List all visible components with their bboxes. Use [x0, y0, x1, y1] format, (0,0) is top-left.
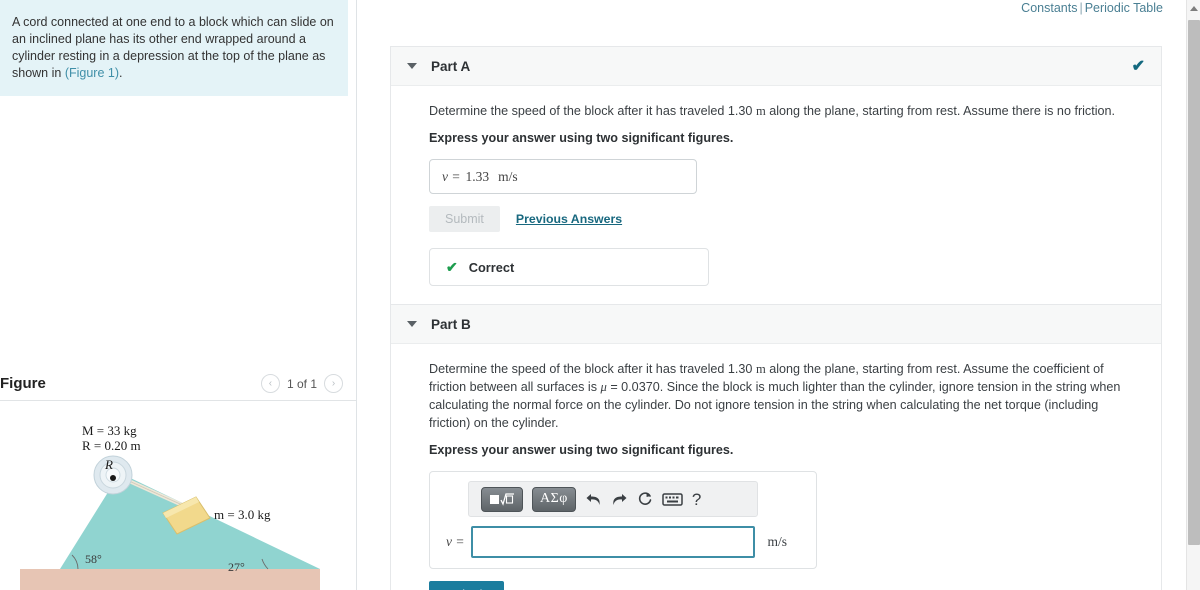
keyboard-glyph [662, 493, 683, 506]
undo-glyph [586, 493, 600, 505]
constants-link[interactable]: Constants [1021, 1, 1077, 15]
problem-text-before-link: A cord connected at one end to a block w… [12, 15, 334, 80]
part-a-card: Part A ✔ Determine the speed of the bloc… [390, 46, 1162, 305]
part-b-question: Determine the speed of the block after i… [429, 360, 1141, 432]
help-icon[interactable]: ? [692, 491, 701, 508]
page-root: A cord connected at one end to a block w… [0, 0, 1200, 590]
part-a-action-row: Submit Previous Answers [429, 206, 1141, 232]
part-a-feedback-box: ✔ Correct [429, 248, 709, 286]
part-b-action-row: Submit Previous Answers Request Answer [429, 581, 1141, 590]
figure-drawing: M = 33 kg R = 0.20 m R m = 3.0 kg 58° 27… [0, 403, 356, 590]
label-mass-M: M = 33 kg [82, 423, 137, 438]
part-a-question-unit: m [755, 104, 766, 118]
label-angle-right: 27° [228, 560, 245, 574]
undo-icon[interactable] [585, 492, 602, 507]
part-a-label: Part A [431, 58, 471, 74]
math-toolbar: ΑΣφ ? [468, 481, 758, 517]
template-glyph [490, 492, 514, 506]
scroll-up-arrow-icon[interactable] [1189, 2, 1199, 14]
part-b-collapse-caret-down-icon[interactable] [407, 321, 417, 327]
part-b-answer-variable: v = [446, 534, 465, 549]
figure-panel-title: Figure [0, 375, 46, 392]
greek-symbols-button[interactable]: ΑΣφ [532, 486, 576, 512]
label-radius-marker: R [104, 457, 113, 472]
math-template-icon[interactable] [481, 486, 523, 512]
part-a-previous-answers-link[interactable]: Previous Answers [516, 212, 622, 226]
part-a-answer-field[interactable]: v = 1.33 m/s [429, 159, 697, 194]
part-b-question-unit: m [755, 362, 766, 376]
part-b-submit-button[interactable]: Submit [429, 581, 504, 590]
reset-icon[interactable] [637, 491, 653, 507]
cylinder-center-dot [110, 475, 116, 481]
part-b-body: Determine the speed of the block after i… [391, 344, 1161, 590]
part-a-complete-check-icon: ✔ [1131, 58, 1145, 75]
part-a-question-post: along the plane, starting from rest. Ass… [765, 104, 1116, 118]
figure-counter: 1 of 1 [286, 376, 317, 391]
redo-icon[interactable] [611, 492, 628, 507]
part-b-answer-widget: ΑΣφ ? v = m/s [429, 471, 817, 569]
main-content: Constants | Periodic Table Part A ✔ Determ… [357, 0, 1189, 590]
inner-scroll-gutter [1166, 0, 1178, 590]
part-a-question-pre: Determine the speed of the block after i… [429, 104, 756, 118]
part-a-body: Determine the speed of the block after i… [391, 86, 1161, 304]
figure-svg: M = 33 kg R = 0.20 m R m = 3.0 kg 58° 27… [20, 423, 320, 590]
figure-navigation: ‹ 1 of 1 › [260, 374, 356, 393]
part-a-submit-button: Submit [429, 206, 500, 232]
part-a-answer-variable: v = [442, 168, 461, 184]
part-a-feedback-text: Correct [468, 259, 515, 275]
part-b-entry-row: v = m/s [440, 526, 806, 558]
left-panel: A cord connected at one end to a block w… [0, 0, 357, 590]
part-b-question-s1: Determine the speed of the block after i… [429, 362, 756, 376]
scroll-up-triangle [1190, 5, 1198, 11]
problem-statement-text: A cord connected at one end to a block w… [12, 14, 334, 82]
part-a-answer-value: 1.33 [465, 168, 490, 184]
problem-statement-box: A cord connected at one end to a block w… [0, 0, 348, 96]
part-b-instruction: Express your answer using two significan… [429, 443, 734, 457]
correct-check-icon: ✔ [446, 258, 458, 275]
part-b-label: Part B [431, 316, 471, 332]
vertical-scrollbar[interactable] [1186, 0, 1200, 590]
part-b-header[interactable]: Part B [391, 305, 1161, 344]
part-b-answer-unit: m/s [767, 534, 787, 549]
part-a-question: Determine the speed of the block after i… [429, 102, 1141, 120]
part-b-card: Part B Determine the speed of the block … [390, 304, 1162, 590]
scrollbar-thumb[interactable] [1188, 20, 1200, 545]
label-radius-R: R = 0.20 m [82, 438, 141, 453]
links-separator: | [1079, 1, 1083, 15]
figure-prev-icon[interactable]: ‹ [260, 374, 280, 393]
part-a-collapse-caret-down-icon[interactable] [407, 63, 417, 69]
figure-panel-header: Figure ‹ 1 of 1 › [0, 367, 356, 401]
figure-next-icon[interactable]: › [324, 374, 343, 393]
redo-glyph [613, 493, 627, 505]
problem-text-after-link: . [119, 66, 123, 80]
reset-glyph [638, 492, 652, 505]
part-a-answer-unit: m/s [498, 168, 518, 184]
figure-1-link[interactable]: (Figure 1) [65, 66, 119, 80]
keyboard-icon[interactable] [662, 492, 683, 506]
label-mass-m: m = 3.0 kg [214, 507, 271, 522]
top-utility-links: Constants | Periodic Table [1021, 1, 1163, 15]
part-a-instruction: Express your answer using two significan… [429, 131, 734, 145]
periodic-table-link[interactable]: Periodic Table [1085, 1, 1163, 15]
part-a-header[interactable]: Part A ✔ [391, 47, 1161, 86]
label-angle-left: 58° [85, 552, 102, 566]
part-b-answer-input[interactable] [471, 526, 756, 558]
ground-slab [20, 569, 320, 590]
